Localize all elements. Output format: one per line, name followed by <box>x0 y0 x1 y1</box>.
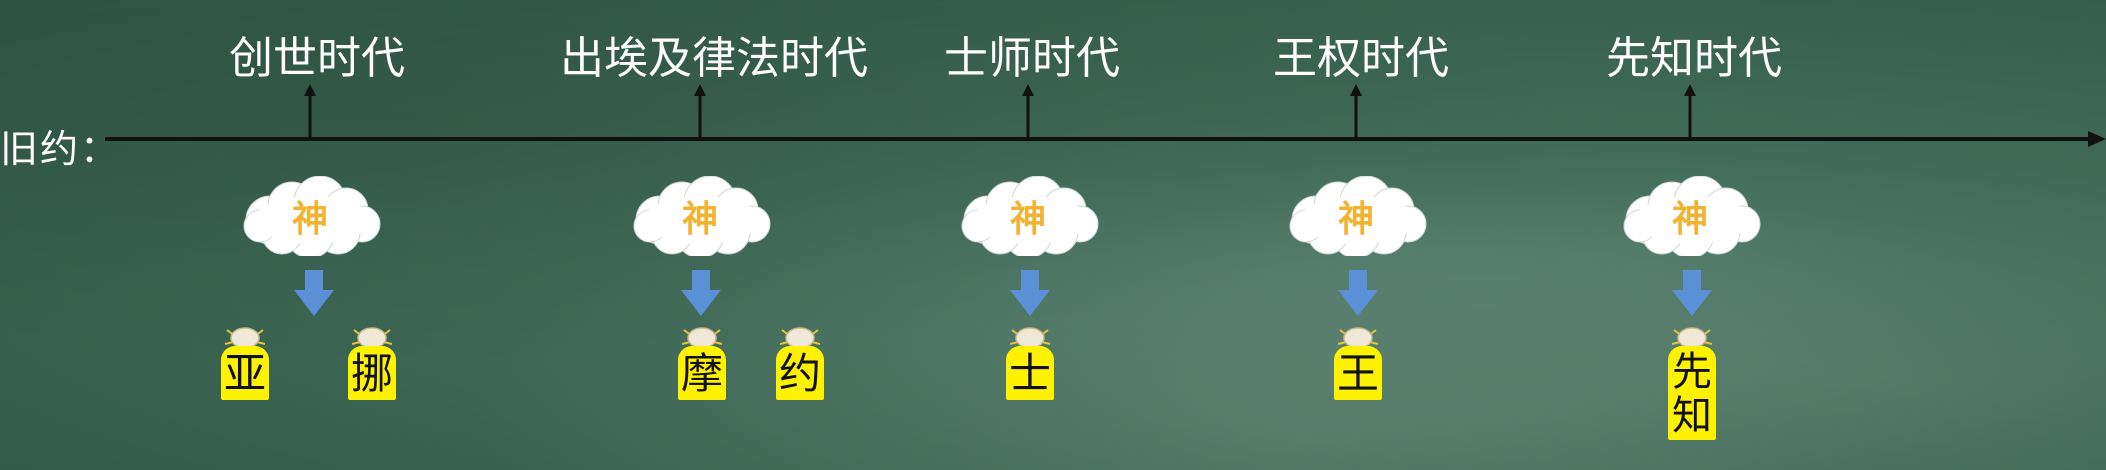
era-tick-arrow <box>304 84 316 137</box>
person-label: 摩 <box>678 346 726 400</box>
god-label: 神 <box>681 199 718 240</box>
down-arrow-icon <box>294 270 334 316</box>
era-tick-arrow <box>694 84 706 137</box>
god-label: 神 <box>1009 199 1046 240</box>
god-cloud: 神 <box>1610 176 1770 256</box>
era-title-prophets: 先知时代 <box>1606 33 1782 84</box>
era-title-creation: 创世时代 <box>229 33 405 84</box>
era-title-judges: 士师时代 <box>944 33 1120 84</box>
god-label: 神 <box>291 199 328 240</box>
person-label: 先知 <box>1668 346 1716 440</box>
god-cloud: 神 <box>948 176 1108 256</box>
god-cloud: 神 <box>620 176 780 256</box>
era-tick-arrow <box>1022 84 1034 137</box>
person-label: 士 <box>1006 346 1054 400</box>
down-arrow-icon <box>1672 270 1712 316</box>
down-arrow-icon <box>1010 270 1050 316</box>
era-title-exodus-law: 出埃及律法时代 <box>560 33 868 84</box>
person-label: 约 <box>776 346 824 400</box>
era-tick-arrow <box>1684 84 1696 137</box>
person-label: 王 <box>1334 346 1382 400</box>
down-arrow-icon <box>681 270 721 316</box>
god-cloud: 神 <box>1276 176 1436 256</box>
era-tick-arrow <box>1350 84 1362 137</box>
down-arrow-icon <box>1338 270 1378 316</box>
god-label: 神 <box>1671 199 1708 240</box>
god-cloud: 神 <box>230 176 390 256</box>
person-label: 挪 <box>348 346 396 400</box>
god-label: 神 <box>1337 199 1374 240</box>
timeline-arrowhead <box>2088 131 2106 147</box>
old-testament-label: 旧约： <box>0 127 121 171</box>
era-title-kingship: 王权时代 <box>1273 33 1449 84</box>
person-label: 亚 <box>221 346 269 400</box>
